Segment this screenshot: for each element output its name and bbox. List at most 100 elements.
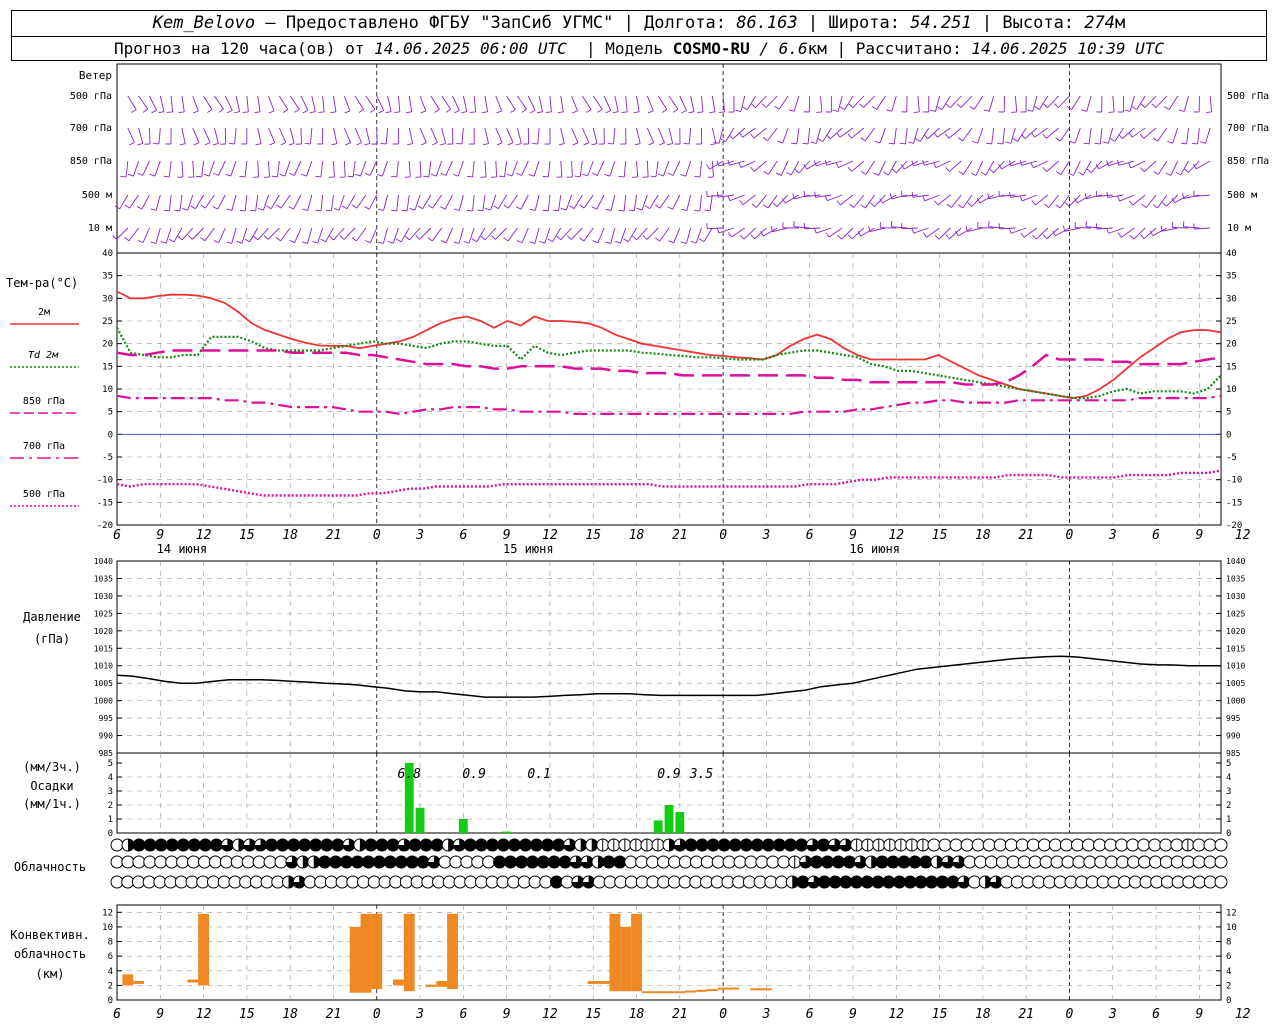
wind-barb xyxy=(239,194,248,212)
wind-barb-shaft xyxy=(690,95,695,112)
wind-barb-shaft xyxy=(204,227,215,242)
wind-barb-feather xyxy=(934,200,939,206)
cloud-circle xyxy=(624,855,638,869)
wind-barb-feather xyxy=(751,203,757,208)
time-tick-label: 21 xyxy=(326,528,342,543)
wind-barb-shaft xyxy=(311,95,316,112)
wind-barb-feather xyxy=(751,103,756,109)
wind-barb-feather xyxy=(239,175,246,178)
cloud-cover-symbol xyxy=(646,875,660,889)
cloud-circle xyxy=(722,855,736,869)
wind-barb-shaft xyxy=(1021,194,1038,202)
wind-barb-feather xyxy=(612,111,619,114)
wind-barb-shaft xyxy=(472,194,475,211)
cloud-cover-symbol xyxy=(710,875,724,889)
cloud-cover-symbol xyxy=(957,875,971,889)
wind-barb-shaft xyxy=(973,95,984,110)
wind-barb xyxy=(605,227,616,244)
cloud-cover-symbol xyxy=(1032,875,1046,889)
wind-barb-feather xyxy=(391,175,397,178)
wind-barb xyxy=(1020,95,1027,113)
wind-barb-feather xyxy=(452,173,459,177)
wind-barb-shaft xyxy=(844,95,854,110)
wind-barb-shaft xyxy=(767,127,778,142)
cloud-circle xyxy=(935,875,949,889)
pressure-unit-label: (гПа) xyxy=(34,632,70,646)
wind-barb-shaft xyxy=(231,227,237,244)
wind-barb-shaft xyxy=(217,194,226,210)
wind-barb-feather xyxy=(1181,142,1187,145)
wind-barb xyxy=(318,95,325,113)
wind-barb-shaft xyxy=(476,227,486,242)
wind-barb xyxy=(471,227,486,243)
wind-barb xyxy=(706,223,724,230)
wind-barb xyxy=(888,127,897,145)
wind-barb-feather xyxy=(131,109,137,113)
cloud-circle xyxy=(1094,855,1108,869)
cloud-circle xyxy=(164,875,178,889)
wind-barb-shaft xyxy=(768,160,778,175)
wind-barb xyxy=(226,227,237,244)
wind-barb xyxy=(634,127,641,146)
wind-barb-feather xyxy=(1183,168,1189,173)
cloud-circle xyxy=(1203,838,1217,852)
cloud-circle xyxy=(678,875,692,889)
wind-barb-shaft xyxy=(1090,160,1103,173)
wind-barb xyxy=(527,95,536,114)
wind-barb-feather xyxy=(364,143,371,146)
wind-barb-shaft xyxy=(707,227,724,230)
wind-barb xyxy=(598,127,605,145)
convective-bar xyxy=(663,991,675,994)
wind-barb-shaft xyxy=(579,160,583,177)
time-tick-label: 9 xyxy=(849,528,857,543)
cloud-cover-symbol xyxy=(174,875,188,889)
wind-barb-shaft xyxy=(636,95,640,112)
wind-barb-shaft xyxy=(504,160,508,177)
cloud-cover-symbol xyxy=(132,838,146,852)
wind-barb-feather xyxy=(661,109,668,113)
cloud-circle xyxy=(1043,875,1057,889)
wind-barb xyxy=(213,227,226,244)
convective-axis-tick-label-left: 2 xyxy=(108,981,113,991)
convective-bar xyxy=(122,974,134,986)
cloud-cover-symbol xyxy=(217,875,231,889)
wind-barb xyxy=(1117,159,1135,166)
wind-barb-feather xyxy=(420,110,426,114)
wind-barb-shaft xyxy=(558,194,562,211)
precipitation-bar xyxy=(653,820,663,833)
cloud-cover-symbol xyxy=(292,875,306,889)
wind-barb xyxy=(404,160,411,178)
wind-barb xyxy=(592,160,605,176)
wind-barb xyxy=(1193,223,1211,230)
cloud-circle xyxy=(219,855,233,869)
cloud-cover-symbol xyxy=(1160,875,1174,889)
cloud-cover-symbol xyxy=(777,855,791,869)
wind-barb-feather xyxy=(432,142,438,146)
wind-barb xyxy=(254,95,261,114)
wind-barb-shaft xyxy=(646,127,655,143)
wind-barb xyxy=(364,160,378,176)
wind-barb xyxy=(409,194,421,211)
wind-barb xyxy=(315,194,324,212)
wind-barb-shaft xyxy=(445,160,453,176)
cloud-cover-symbol xyxy=(1148,855,1162,869)
wind-barb-shaft xyxy=(343,95,351,112)
wind-barb xyxy=(224,95,233,114)
wind-barb xyxy=(212,127,219,146)
wind-barb xyxy=(1183,160,1200,173)
cloud-cover-symbol xyxy=(919,855,933,869)
wind-barb-shaft xyxy=(445,227,453,243)
cloud-circle xyxy=(383,855,397,869)
wind-barb-feather xyxy=(934,234,940,240)
wind-barb xyxy=(566,160,573,178)
temperature-axis-tick-label-left: 25 xyxy=(102,317,113,327)
cloud-cover-symbol xyxy=(941,855,955,869)
cloud-cover-symbol xyxy=(635,875,649,889)
wind-barb xyxy=(1008,227,1027,234)
wind-barb xyxy=(196,160,205,178)
wind-barb xyxy=(347,160,356,178)
wind-barb-feather xyxy=(922,232,927,238)
wind-barb-shaft xyxy=(711,127,717,144)
wind-barb xyxy=(791,127,800,145)
wind-barb-feather xyxy=(794,168,800,174)
